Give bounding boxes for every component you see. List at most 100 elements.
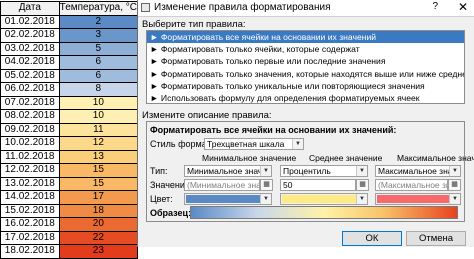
chevron-down-icon: ▼ bbox=[356, 166, 367, 176]
date-cell[interactable]: 15.02.2018 bbox=[0, 203, 60, 218]
table-row: 08.02.2018 10 bbox=[0, 109, 139, 124]
rule-type-item[interactable]: ► Форматировать только первые или послед… bbox=[147, 55, 464, 67]
table-header-row: Дата Температура, °C bbox=[0, 1, 139, 16]
max-value-input[interactable]: (Максимальное значени bbox=[375, 179, 448, 191]
mid-color-picker[interactable]: ▼ bbox=[280, 193, 368, 205]
format-style-value: Трехцветная шкала bbox=[207, 139, 285, 149]
temperature-cell[interactable]: 15 bbox=[58, 176, 139, 191]
type-label: Тип: bbox=[150, 166, 168, 176]
temperature-cell[interactable]: 10 bbox=[58, 109, 139, 124]
range-picker-icon[interactable]: ▦ bbox=[356, 179, 369, 191]
rule-type-item[interactable]: ► Форматировать все ячейки на основании … bbox=[147, 31, 464, 44]
date-cell[interactable]: 01.02.2018 bbox=[0, 14, 60, 29]
spreadsheet: Дата Температура, °C 01.02.2018 2 02.02.20… bbox=[0, 0, 139, 259]
temperature-cell[interactable]: 2 bbox=[58, 14, 139, 29]
chevron-down-icon: ▼ bbox=[260, 166, 271, 176]
date-cell[interactable]: 17.02.2018 bbox=[0, 230, 60, 245]
min-type-select[interactable]: Минимальное значение ▼ bbox=[184, 165, 272, 177]
help-button[interactable]: ? bbox=[432, 1, 438, 12]
table-row: 13.02.2018 15 bbox=[0, 176, 139, 191]
color-label: Цвет: bbox=[150, 194, 173, 204]
temperature-cell[interactable]: 18 bbox=[58, 203, 139, 218]
table-row: 10.02.2018 12 bbox=[0, 136, 139, 151]
rule-type-item[interactable]: ► Форматировать только ячейки, которые с… bbox=[147, 43, 464, 55]
date-cell[interactable]: 06.02.2018 bbox=[0, 82, 60, 97]
temperature-cell[interactable]: 6 bbox=[58, 68, 139, 83]
date-cell[interactable]: 12.02.2018 bbox=[0, 163, 60, 178]
min-value-input[interactable]: (Минимальное значение bbox=[184, 179, 260, 191]
header-date[interactable]: Дата bbox=[0, 1, 60, 16]
range-picker-icon[interactable]: ▦ bbox=[448, 179, 461, 191]
mid-value-input[interactable]: 50 bbox=[280, 179, 356, 191]
date-cell[interactable]: 04.02.2018 bbox=[0, 55, 60, 70]
temperature-cell[interactable]: 10 bbox=[58, 95, 139, 110]
temperature-cell[interactable]: 3 bbox=[58, 28, 139, 43]
max-color-picker[interactable]: ▼ bbox=[375, 193, 461, 205]
chevron-down-icon: ▼ bbox=[449, 194, 460, 204]
edit-formatting-rule-dialog: Изменение правила форматирования ? ✕ Выб… bbox=[137, 0, 474, 247]
min-color-swatch bbox=[186, 195, 260, 203]
rule-type-item[interactable]: ► Использовать формулу для определения ф… bbox=[147, 92, 464, 103]
chevron-down-icon: ▼ bbox=[449, 166, 460, 176]
temperature-cell[interactable]: 13 bbox=[58, 149, 139, 164]
format-style-select[interactable]: Трехцветная шкала ▼ bbox=[204, 138, 304, 150]
rule-type-list[interactable]: ► Форматировать все ячейки на основании … bbox=[146, 30, 465, 104]
table-row: 09.02.2018 11 bbox=[0, 122, 139, 137]
mid-column-header: Среднее значение bbox=[309, 153, 383, 163]
max-type-select[interactable]: Максимальное значение ▼ bbox=[375, 165, 461, 177]
table-row: 04.02.2018 6 bbox=[0, 55, 139, 70]
cancel-button[interactable]: Отмена bbox=[406, 231, 466, 246]
mid-type-value: Процентиль bbox=[283, 166, 331, 176]
chevron-down-icon: ▼ bbox=[292, 139, 303, 149]
description-heading: Форматировать все ячейки на основании их… bbox=[150, 125, 397, 135]
rule-type-item[interactable]: ► Форматировать только значения, которые… bbox=[147, 68, 464, 80]
temperature-cell[interactable]: 8 bbox=[58, 82, 139, 97]
table-row: 05.02.2018 6 bbox=[0, 68, 139, 83]
temperature-cell[interactable]: 6 bbox=[58, 55, 139, 70]
max-color-swatch bbox=[377, 195, 449, 203]
dialog-titlebar: Изменение правила форматирования ? ✕ bbox=[138, 0, 474, 17]
table-row: 14.02.2018 17 bbox=[0, 190, 139, 205]
min-color-picker[interactable]: ▼ bbox=[184, 193, 272, 205]
temperature-cell[interactable]: 5 bbox=[58, 41, 139, 56]
table-row: 07.02.2018 10 bbox=[0, 95, 139, 110]
temperature-cell[interactable]: 11 bbox=[58, 122, 139, 137]
header-temperature[interactable]: Температура, °C bbox=[58, 1, 139, 16]
table-row: 03.02.2018 5 bbox=[0, 41, 139, 56]
min-column-header: Минимальное значение bbox=[202, 153, 297, 163]
table-row: 16.02.2018 20 bbox=[0, 217, 139, 232]
edit-description-label: Измените описание правила: bbox=[142, 110, 272, 121]
mid-type-select[interactable]: Процентиль ▼ bbox=[280, 165, 368, 177]
date-cell[interactable]: 07.02.2018 bbox=[0, 95, 60, 110]
table-row: 02.02.2018 3 bbox=[0, 28, 139, 43]
date-cell[interactable]: 05.02.2018 bbox=[0, 68, 60, 83]
temperature-cell[interactable]: 12 bbox=[58, 136, 139, 151]
preview-label: Образец: bbox=[150, 208, 192, 218]
chevron-down-icon: ▼ bbox=[260, 194, 271, 204]
dialog-title: Изменение правила форматирования bbox=[154, 2, 331, 13]
date-cell[interactable]: 08.02.2018 bbox=[0, 109, 60, 124]
temperature-cell[interactable]: 20 bbox=[58, 217, 139, 232]
date-cell[interactable]: 09.02.2018 bbox=[0, 122, 60, 137]
temperature-cell[interactable]: 15 bbox=[58, 163, 139, 178]
ok-button[interactable]: ОК bbox=[342, 231, 402, 246]
date-cell[interactable]: 11.02.2018 bbox=[0, 149, 60, 164]
temperature-cell[interactable]: 17 bbox=[58, 190, 139, 205]
date-cell[interactable]: 02.02.2018 bbox=[0, 28, 60, 43]
rule-type-item[interactable]: ► Форматировать только уникальные или по… bbox=[147, 80, 464, 92]
date-cell[interactable]: 03.02.2018 bbox=[0, 41, 60, 56]
table-row: 12.02.2018 15 bbox=[0, 163, 139, 178]
date-cell[interactable]: 14.02.2018 bbox=[0, 190, 60, 205]
table-row: 15.02.2018 18 bbox=[0, 203, 139, 218]
mid-color-swatch bbox=[282, 195, 356, 203]
range-picker-icon[interactable]: ▦ bbox=[260, 179, 273, 191]
date-cell[interactable]: 13.02.2018 bbox=[0, 176, 60, 191]
app-icon bbox=[141, 3, 150, 12]
temperature-cell[interactable]: 22 bbox=[58, 230, 139, 245]
close-icon[interactable]: ✕ bbox=[458, 0, 468, 14]
table-row: 01.02.2018 2 bbox=[0, 14, 139, 29]
date-cell[interactable]: 10.02.2018 bbox=[0, 136, 60, 151]
date-cell[interactable]: 16.02.2018 bbox=[0, 217, 60, 232]
color-scale-preview bbox=[190, 206, 458, 219]
chevron-down-icon: ▼ bbox=[356, 194, 367, 204]
